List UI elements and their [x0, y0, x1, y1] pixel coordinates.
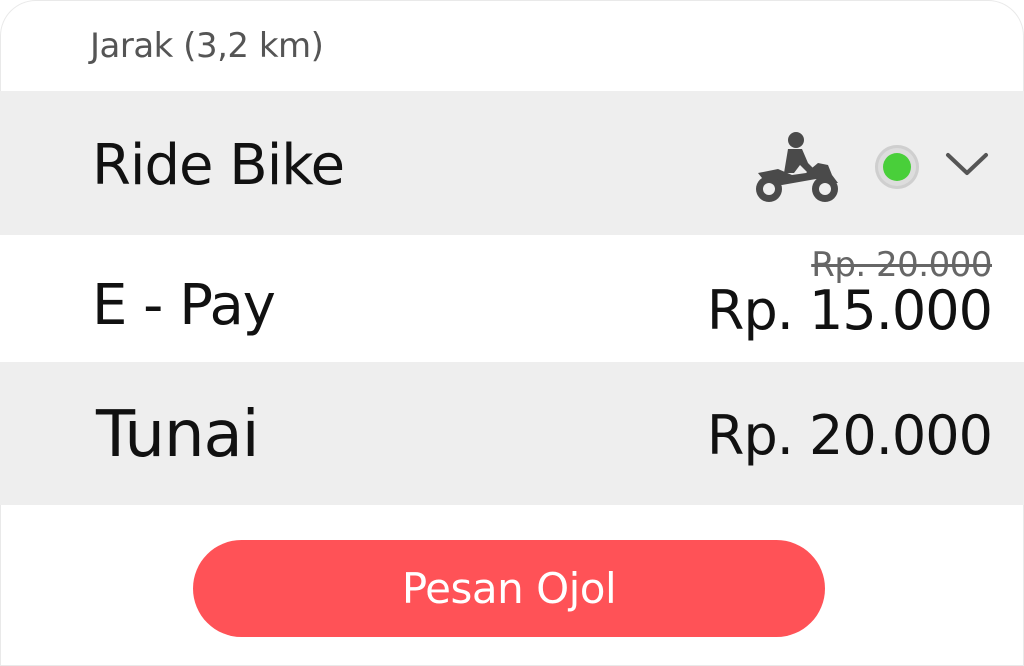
epay-label: E - Pay	[92, 273, 276, 338]
tunai-price: Rp. 20.000	[706, 404, 993, 467]
status-indicator-icon	[875, 145, 919, 189]
tunai-label: Tunai	[96, 398, 259, 472]
order-button[interactable]: Pesan Ojol	[193, 540, 825, 637]
payment-option-epay[interactable]: E - Pay Rp. 20.000 Rp. 15.000	[0, 235, 1024, 362]
fare-card: Jarak (3,2 km) Ride Bike E - Pay Rp. 20.…	[0, 0, 1024, 666]
service-label: Ride Bike	[92, 133, 345, 198]
chevron-down-icon[interactable]	[944, 149, 990, 179]
distance-label: Jarak (3,2 km)	[90, 26, 324, 66]
payment-option-tunai[interactable]: Tunai Rp. 20.000	[0, 362, 1024, 505]
status-indicator-fill	[883, 153, 911, 181]
service-selector-row[interactable]: Ride Bike	[0, 91, 1024, 235]
epay-price: Rp. 15.000	[706, 279, 993, 342]
motorbike-icon	[756, 132, 838, 202]
